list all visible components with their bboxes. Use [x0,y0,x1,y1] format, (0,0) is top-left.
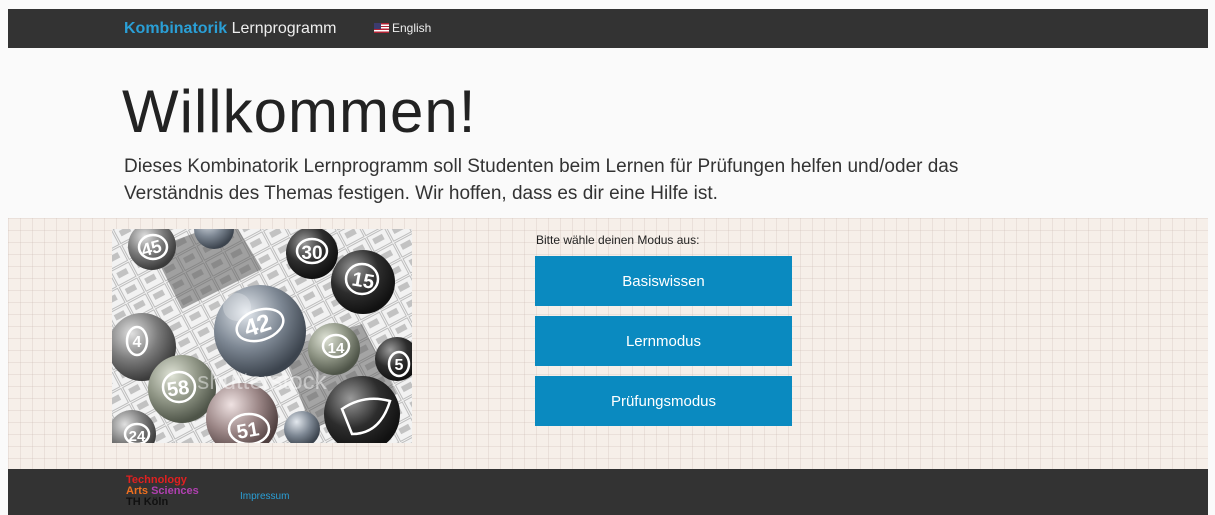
hero-lead: Dieses Kombinatorik Lernprogramm soll St… [124,156,959,204]
main-content: 45 30 42 15 14 58 51 24 5 4 shutterstock… [8,218,1208,469]
ball-number-24: 24 [129,428,146,443]
mode-prompt: Bitte wähle deinen Modus aus: [536,233,700,247]
pruefungsmodus-button[interactable]: Prüfungsmodus [535,376,792,426]
logo-line-th-koeln: TH Köln [126,496,169,508]
ball-number-58: 58 [166,377,191,402]
ball-number-5: 5 [395,357,404,374]
top-navbar: Kombinatorik Lernprogramm English [8,9,1208,48]
brand-link[interactable]: Kombinatorik Lernprogramm [124,20,337,38]
us-flag-icon [374,23,389,33]
brand-highlight: Kombinatorik [124,20,228,37]
language-label: English [392,21,432,35]
footer: Technology Arts Sciences TH Köln Impress… [8,469,1208,515]
th-koeln-logo[interactable]: Technology Arts Sciences TH Köln [126,475,199,508]
ball-number-4: 4 [133,334,142,351]
ball-number-15: 15 [350,268,376,294]
lernmodus-button[interactable]: Lernmodus [535,316,792,366]
impressum-link[interactable]: Impressum [240,491,289,502]
lottery-balls-image: 45 30 42 15 14 58 51 24 5 4 shutterstock [112,229,412,443]
brand-rest: Lernprogramm [231,20,337,37]
basiswissen-button[interactable]: Basiswissen [535,256,792,306]
image-watermark: shutterstock [197,368,327,395]
ball-number-51: 51 [235,418,261,443]
ball-number-30: 30 [301,243,322,264]
hero-section: Willkommen! Dieses Kombinatorik Lernprog… [8,48,1208,218]
page-title: Willkommen! [122,78,477,145]
language-switch[interactable]: English [374,21,431,35]
ball-number-14: 14 [328,340,345,357]
